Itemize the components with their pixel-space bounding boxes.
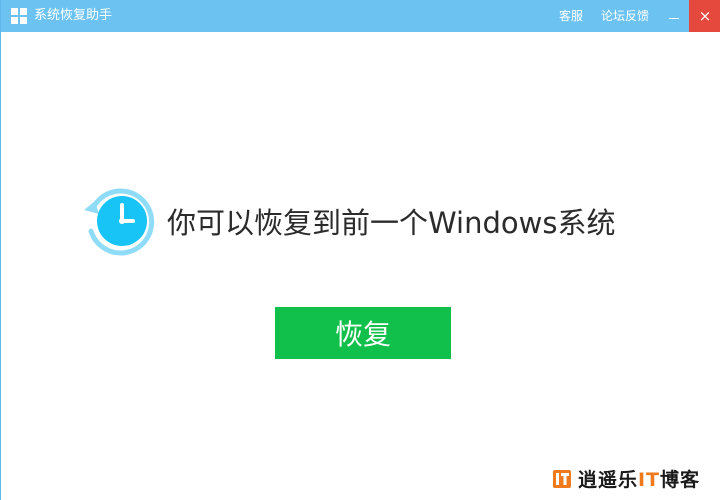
watermark-text: 逍遥乐IT博客 bbox=[578, 465, 700, 492]
blog-logo-icon bbox=[552, 469, 571, 488]
restore-message: 你可以恢复到前一个Windows系统 bbox=[81, 183, 615, 259]
watermark-suffix: 博客 bbox=[659, 469, 700, 491]
title-area: 系统恢复助手 bbox=[11, 7, 112, 25]
headline-text: 你可以恢复到前一个Windows系统 bbox=[167, 206, 616, 240]
app-window: 系统恢复助手 客服 论坛反馈 × 你可以恢复到前一个Windows系统 恢复 逍… bbox=[0, 0, 720, 500]
close-icon: × bbox=[698, 7, 712, 25]
watermark-it: IT bbox=[637, 469, 660, 491]
watermark: 逍遥乐IT博客 bbox=[552, 465, 700, 492]
window-title: 系统恢复助手 bbox=[34, 8, 113, 23]
restore-clock-icon bbox=[84, 188, 155, 256]
minimize-button[interactable] bbox=[659, 0, 689, 32]
title-actions: 客服 论坛反馈 × bbox=[559, 0, 720, 32]
title-bar[interactable]: 系统恢复助手 客服 论坛反馈 × bbox=[1, 0, 720, 32]
close-button[interactable]: × bbox=[689, 0, 720, 32]
restore-button[interactable]: 恢复 bbox=[275, 307, 451, 359]
forum-feedback-link[interactable]: 论坛反馈 bbox=[601, 0, 649, 32]
customer-service-link[interactable]: 客服 bbox=[559, 0, 583, 32]
minimize-icon bbox=[669, 17, 679, 19]
windows-logo-icon bbox=[11, 8, 27, 24]
watermark-prefix: 逍遥乐 bbox=[577, 469, 638, 491]
